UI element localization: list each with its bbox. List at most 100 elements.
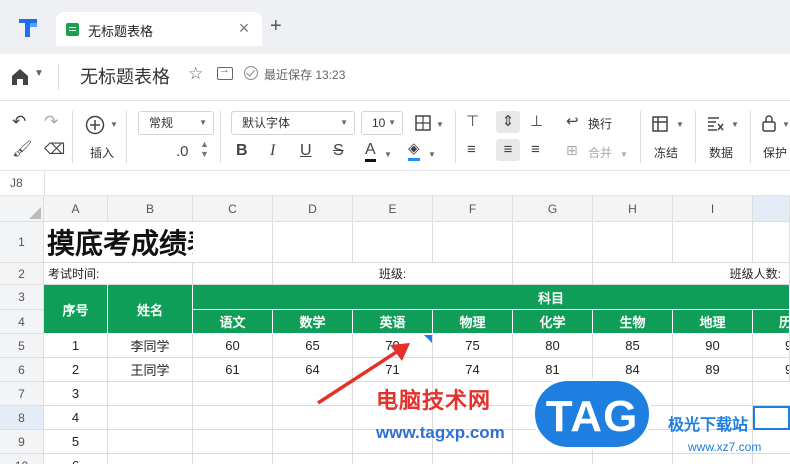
- column-header[interactable]: D: [273, 196, 353, 222]
- table-cell[interactable]: 90: [673, 334, 753, 358]
- row-header[interactable]: 5: [0, 334, 44, 358]
- align-right-icon[interactable]: ≡: [531, 141, 540, 159]
- row-header[interactable]: 10: [0, 454, 44, 464]
- class-cell[interactable]: 班级:: [273, 263, 513, 285]
- align-center-icon[interactable]: ≡: [496, 139, 520, 161]
- protect-label[interactable]: 保护: [763, 144, 787, 161]
- data-label[interactable]: 数据: [709, 144, 733, 161]
- decimal-label[interactable]: .0: [176, 143, 189, 161]
- table-cell[interactable]: 61: [193, 358, 273, 382]
- row-header[interactable]: 1: [0, 222, 44, 263]
- document-title[interactable]: 无标题表格: [80, 63, 170, 89]
- select-all-corner[interactable]: [0, 196, 44, 222]
- cell[interactable]: [513, 222, 593, 263]
- table-cell[interactable]: 71: [353, 358, 433, 382]
- chevron-down-icon[interactable]: ▼: [731, 116, 739, 134]
- insert-plus-icon[interactable]: [85, 115, 105, 135]
- table-cell[interactable]: 4: [44, 406, 108, 430]
- header-name[interactable]: 姓名: [108, 285, 193, 334]
- new-tab-button[interactable]: +: [270, 16, 282, 36]
- align-top-icon[interactable]: ⊤: [466, 113, 479, 131]
- sheet-title-cell[interactable]: 摸底考成绩表: [44, 222, 193, 263]
- decimal-stepper-icon[interactable]: ▲ ▼: [200, 139, 209, 159]
- home-icon[interactable]: [10, 67, 30, 87]
- table-cell[interactable]: 70: [353, 334, 433, 358]
- subject-header[interactable]: 化学: [513, 310, 593, 334]
- name-box[interactable]: J8: [10, 176, 23, 190]
- column-header[interactable]: F: [433, 196, 513, 222]
- row-header[interactable]: 3: [0, 285, 44, 310]
- subject-header[interactable]: 地理: [673, 310, 753, 334]
- row-header[interactable]: 7: [0, 382, 44, 406]
- table-cell[interactable]: 9: [753, 334, 790, 358]
- undo-icon[interactable]: ↶: [12, 113, 26, 131]
- cell[interactable]: [193, 222, 273, 263]
- app-logo-icon[interactable]: [16, 16, 40, 40]
- cell[interactable]: [193, 263, 273, 285]
- merge-cells-icon[interactable]: ⊞: [566, 141, 578, 159]
- column-header[interactable]: B: [108, 196, 193, 222]
- row-header[interactable]: 8: [0, 406, 44, 430]
- column-header[interactable]: H: [593, 196, 673, 222]
- subject-header[interactable]: 数学: [273, 310, 353, 334]
- row-header[interactable]: 6: [0, 358, 44, 382]
- freeze-label[interactable]: 冻结: [654, 144, 678, 161]
- column-header[interactable]: [753, 196, 790, 222]
- borders-icon[interactable]: [414, 114, 432, 132]
- subject-header[interactable]: 语文: [193, 310, 273, 334]
- table-cell[interactable]: 89: [673, 358, 753, 382]
- align-middle-icon[interactable]: ⇕: [496, 111, 520, 133]
- table-cell[interactable]: 64: [273, 358, 353, 382]
- cell[interactable]: [673, 222, 753, 263]
- table-cell[interactable]: 74: [433, 358, 513, 382]
- column-header[interactable]: A: [44, 196, 108, 222]
- wrap-text-icon[interactable]: ↩: [566, 113, 579, 131]
- subject-header[interactable]: 物理: [433, 310, 513, 334]
- cell[interactable]: [753, 222, 790, 263]
- header-subject[interactable]: 科目: [193, 285, 790, 310]
- fill-color-icon[interactable]: ◈: [408, 140, 420, 161]
- font-color-button[interactable]: A: [365, 141, 376, 162]
- chevron-down-icon[interactable]: ▼: [34, 68, 44, 79]
- subject-header[interactable]: 历: [753, 310, 790, 334]
- cell[interactable]: [273, 382, 353, 464]
- move-to-folder-icon[interactable]: [217, 64, 233, 80]
- lock-icon[interactable]: [761, 114, 777, 132]
- table-cell[interactable]: 李同学: [108, 334, 193, 358]
- table-cell[interactable]: 9: [753, 358, 790, 382]
- cell[interactable]: [108, 382, 193, 464]
- table-cell[interactable]: 1: [44, 334, 108, 358]
- merge-label[interactable]: 合并: [588, 144, 612, 161]
- cell[interactable]: [593, 222, 673, 263]
- cell[interactable]: [513, 263, 593, 285]
- insert-label[interactable]: 插入: [90, 144, 114, 161]
- data-filter-icon[interactable]: [706, 115, 724, 133]
- chevron-down-icon[interactable]: ▼: [436, 116, 444, 134]
- row-header[interactable]: 4: [0, 310, 44, 334]
- align-bottom-icon[interactable]: ⊥: [530, 113, 543, 131]
- chevron-down-icon[interactable]: ▼: [676, 116, 684, 134]
- table-cell[interactable]: 65: [273, 334, 353, 358]
- table-cell[interactable]: 80: [513, 334, 593, 358]
- column-header[interactable]: I: [673, 196, 753, 222]
- table-cell[interactable]: 3: [44, 382, 108, 406]
- table-cell[interactable]: 2: [44, 358, 108, 382]
- column-header[interactable]: C: [193, 196, 273, 222]
- format-painter-icon[interactable]: 🖌: [12, 141, 32, 159]
- class-size-cell[interactable]: 班级人数:: [593, 263, 790, 285]
- underline-button[interactable]: U: [300, 142, 312, 160]
- number-format-select[interactable]: 常规 ▼: [138, 111, 214, 135]
- cell[interactable]: [193, 382, 273, 464]
- cell[interactable]: [433, 222, 513, 263]
- exam-time-cell[interactable]: 考试时间:: [44, 263, 193, 285]
- table-cell[interactable]: 60: [193, 334, 273, 358]
- selected-cell-j8[interactable]: [753, 406, 790, 430]
- chevron-down-icon[interactable]: ▼: [782, 116, 790, 134]
- table-cell[interactable]: 6: [44, 454, 108, 464]
- chevron-down-icon[interactable]: ▼: [110, 116, 118, 134]
- chevron-down-icon[interactable]: ▼: [428, 146, 436, 164]
- chevron-down-icon[interactable]: ▼: [620, 146, 628, 164]
- star-icon[interactable]: ☆: [188, 64, 203, 84]
- redo-icon[interactable]: ↷: [44, 113, 58, 131]
- cell[interactable]: [273, 222, 353, 263]
